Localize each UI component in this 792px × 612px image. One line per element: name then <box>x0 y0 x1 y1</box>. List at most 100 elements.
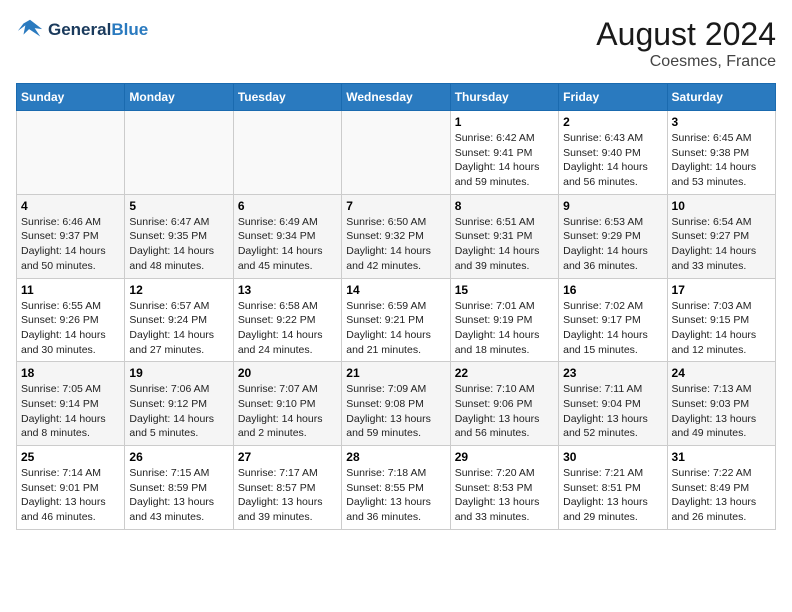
day-info: Sunrise: 6:45 AM Sunset: 9:38 PM Dayligh… <box>672 131 771 190</box>
weekday-header-row: SundayMondayTuesdayWednesdayThursdayFrid… <box>17 84 776 111</box>
day-number: 24 <box>672 366 771 380</box>
calendar-table: SundayMondayTuesdayWednesdayThursdayFrid… <box>16 83 776 530</box>
day-number: 6 <box>238 199 337 213</box>
day-number: 14 <box>346 283 445 297</box>
calendar-cell: 27 Sunrise: 7:17 AM Sunset: 8:57 PM Dayli… <box>233 446 341 530</box>
logo-icon <box>16 16 44 44</box>
day-number: 20 <box>238 366 337 380</box>
day-number: 25 <box>21 450 120 464</box>
calendar-cell <box>233 111 341 195</box>
day-number: 3 <box>672 115 771 129</box>
calendar-cell <box>342 111 450 195</box>
calendar-cell: 9 Sunrise: 6:53 AM Sunset: 9:29 PM Daylig… <box>559 194 667 278</box>
calendar-cell: 21 Sunrise: 7:09 AM Sunset: 9:08 PM Dayli… <box>342 362 450 446</box>
day-number: 22 <box>455 366 554 380</box>
day-info: Sunrise: 6:47 AM Sunset: 9:35 PM Dayligh… <box>129 215 228 274</box>
day-number: 18 <box>21 366 120 380</box>
day-info: Sunrise: 6:53 AM Sunset: 9:29 PM Dayligh… <box>563 215 662 274</box>
day-number: 12 <box>129 283 228 297</box>
calendar-body: 1Sunrise: 6:42 AM Sunset: 9:41 PM Daylig… <box>17 111 776 530</box>
day-number: 29 <box>455 450 554 464</box>
calendar-cell: 19Sunrise: 7:06 AM Sunset: 9:12 PM Dayli… <box>125 362 233 446</box>
day-number: 2 <box>563 115 662 129</box>
day-number: 23 <box>563 366 662 380</box>
weekday-header-tuesday: Tuesday <box>233 84 341 111</box>
day-number: 27 <box>238 450 337 464</box>
day-number: 19 <box>129 366 228 380</box>
day-info: Sunrise: 7:11 AM Sunset: 9:04 PM Dayligh… <box>563 382 662 441</box>
calendar-cell: 26Sunrise: 7:15 AM Sunset: 8:59 PM Dayli… <box>125 446 233 530</box>
calendar-cell: 16 Sunrise: 7:02 AM Sunset: 9:17 PM Dayli… <box>559 278 667 362</box>
day-number: 9 <box>563 199 662 213</box>
day-number: 7 <box>346 199 445 213</box>
calendar-cell: 23 Sunrise: 7:11 AM Sunset: 9:04 PM Dayli… <box>559 362 667 446</box>
day-info: Sunrise: 6:57 AM Sunset: 9:24 PM Dayligh… <box>129 299 228 358</box>
day-info: Sunrise: 7:01 AM Sunset: 9:19 PM Dayligh… <box>455 299 554 358</box>
day-number: 31 <box>672 450 771 464</box>
day-number: 5 <box>129 199 228 213</box>
calendar-cell <box>125 111 233 195</box>
month-year-title: August 2024 <box>596 16 776 53</box>
day-number: 8 <box>455 199 554 213</box>
day-info: Sunrise: 7:02 AM Sunset: 9:17 PM Dayligh… <box>563 299 662 358</box>
calendar-week-row: 1Sunrise: 6:42 AM Sunset: 9:41 PM Daylig… <box>17 111 776 195</box>
location-subtitle: Coesmes, France <box>596 53 776 71</box>
day-info: Sunrise: 6:58 AM Sunset: 9:22 PM Dayligh… <box>238 299 337 358</box>
calendar-week-row: 18 Sunrise: 7:05 AM Sunset: 9:14 PM Dayli… <box>17 362 776 446</box>
day-number: 15 <box>455 283 554 297</box>
calendar-cell: 30Sunrise: 7:21 AM Sunset: 8:51 PM Dayli… <box>559 446 667 530</box>
calendar-cell: 15 Sunrise: 7:01 AM Sunset: 9:19 PM Dayli… <box>450 278 558 362</box>
weekday-header-monday: Monday <box>125 84 233 111</box>
day-number: 13 <box>238 283 337 297</box>
calendar-cell: 10 Sunrise: 6:54 AM Sunset: 9:27 PM Dayli… <box>667 194 775 278</box>
day-info: Sunrise: 7:05 AM Sunset: 9:14 PM Dayligh… <box>21 382 120 441</box>
day-info: Sunrise: 6:55 AM Sunset: 9:26 PM Dayligh… <box>21 299 120 358</box>
calendar-cell: 13 Sunrise: 6:58 AM Sunset: 9:22 PM Dayli… <box>233 278 341 362</box>
day-info: Sunrise: 7:09 AM Sunset: 9:08 PM Dayligh… <box>346 382 445 441</box>
calendar-cell: 11 Sunrise: 6:55 AM Sunset: 9:26 PM Dayli… <box>17 278 125 362</box>
day-number: 16 <box>563 283 662 297</box>
calendar-week-row: 4Sunrise: 6:46 AM Sunset: 9:37 PM Daylig… <box>17 194 776 278</box>
day-number: 28 <box>346 450 445 464</box>
weekday-header-thursday: Thursday <box>450 84 558 111</box>
day-info: Sunrise: 7:17 AM Sunset: 8:57 PM Dayligh… <box>238 466 337 525</box>
day-info: Sunrise: 7:13 AM Sunset: 9:03 PM Dayligh… <box>672 382 771 441</box>
calendar-header: SundayMondayTuesdayWednesdayThursdayFrid… <box>17 84 776 111</box>
calendar-cell: 4Sunrise: 6:46 AM Sunset: 9:37 PM Daylig… <box>17 194 125 278</box>
day-info: Sunrise: 6:50 AM Sunset: 9:32 PM Dayligh… <box>346 215 445 274</box>
calendar-cell: 18 Sunrise: 7:05 AM Sunset: 9:14 PM Dayli… <box>17 362 125 446</box>
page-header: GeneralBlue August 2024 Coesmes, France <box>16 16 776 71</box>
calendar-week-row: 25Sunrise: 7:14 AM Sunset: 9:01 PM Dayli… <box>17 446 776 530</box>
calendar-cell: 28 Sunrise: 7:18 AM Sunset: 8:55 PM Dayli… <box>342 446 450 530</box>
day-info: Sunrise: 6:43 AM Sunset: 9:40 PM Dayligh… <box>563 131 662 190</box>
day-number: 21 <box>346 366 445 380</box>
calendar-cell: 31 Sunrise: 7:22 AM Sunset: 8:49 PM Dayli… <box>667 446 775 530</box>
calendar-cell: 2 Sunrise: 6:43 AM Sunset: 9:40 PM Daylig… <box>559 111 667 195</box>
calendar-cell: 25Sunrise: 7:14 AM Sunset: 9:01 PM Dayli… <box>17 446 125 530</box>
day-number: 17 <box>672 283 771 297</box>
day-info: Sunrise: 6:51 AM Sunset: 9:31 PM Dayligh… <box>455 215 554 274</box>
day-number: 26 <box>129 450 228 464</box>
day-number: 4 <box>21 199 120 213</box>
calendar-cell: 14Sunrise: 6:59 AM Sunset: 9:21 PM Dayli… <box>342 278 450 362</box>
calendar-cell: 29 Sunrise: 7:20 AM Sunset: 8:53 PM Dayli… <box>450 446 558 530</box>
title-block: August 2024 Coesmes, France <box>596 16 776 71</box>
calendar-cell: 3 Sunrise: 6:45 AM Sunset: 9:38 PM Daylig… <box>667 111 775 195</box>
day-info: Sunrise: 7:20 AM Sunset: 8:53 PM Dayligh… <box>455 466 554 525</box>
day-info: Sunrise: 6:54 AM Sunset: 9:27 PM Dayligh… <box>672 215 771 274</box>
logo: GeneralBlue <box>16 16 148 44</box>
weekday-header-wednesday: Wednesday <box>342 84 450 111</box>
calendar-cell: 6Sunrise: 6:49 AM Sunset: 9:34 PM Daylig… <box>233 194 341 278</box>
day-info: Sunrise: 7:07 AM Sunset: 9:10 PM Dayligh… <box>238 382 337 441</box>
day-info: Sunrise: 7:22 AM Sunset: 8:49 PM Dayligh… <box>672 466 771 525</box>
weekday-header-sunday: Sunday <box>17 84 125 111</box>
day-number: 11 <box>21 283 120 297</box>
day-info: Sunrise: 7:18 AM Sunset: 8:55 PM Dayligh… <box>346 466 445 525</box>
day-number: 10 <box>672 199 771 213</box>
day-info: Sunrise: 7:10 AM Sunset: 9:06 PM Dayligh… <box>455 382 554 441</box>
calendar-cell: 5 Sunrise: 6:47 AM Sunset: 9:35 PM Daylig… <box>125 194 233 278</box>
weekday-header-friday: Friday <box>559 84 667 111</box>
logo-text: GeneralBlue <box>48 20 148 40</box>
calendar-cell: 24 Sunrise: 7:13 AM Sunset: 9:03 PM Dayli… <box>667 362 775 446</box>
calendar-cell: 22 Sunrise: 7:10 AM Sunset: 9:06 PM Dayli… <box>450 362 558 446</box>
